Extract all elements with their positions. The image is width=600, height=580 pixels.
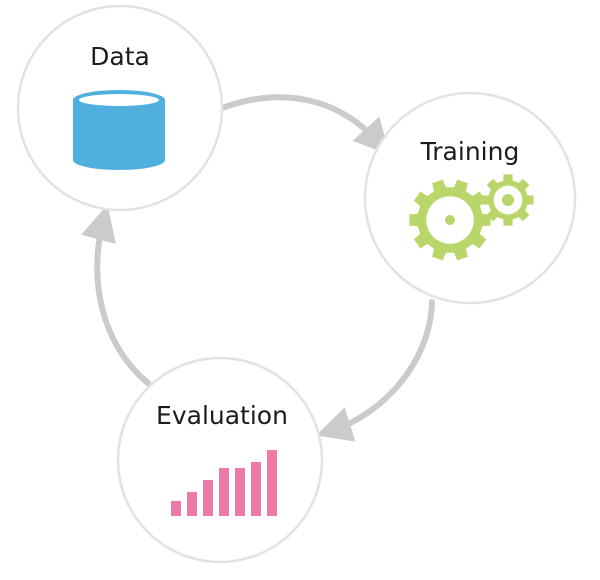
bar-chart-bar <box>219 468 229 516</box>
evaluation-node: Evaluation <box>116 356 324 564</box>
bar-chart-bar <box>187 492 197 516</box>
training-node-label: Training <box>420 137 520 166</box>
evaluation-node-circle <box>116 356 324 564</box>
arrow-data-to-training <box>219 94 391 156</box>
bar-chart-bar <box>235 468 245 516</box>
ml-cycle-diagram: Data Training Evaluation <box>16 4 577 564</box>
arrow-evaluation-to-data <box>81 204 151 386</box>
arrow-training-to-evaluation <box>315 299 435 442</box>
bar-chart-bar <box>203 480 213 516</box>
small-gear-icon <box>482 174 534 226</box>
database-icon <box>73 90 165 170</box>
bar-chart-bar <box>171 501 181 516</box>
data-node-label: Data <box>90 42 150 71</box>
bar-chart-bar <box>267 450 277 516</box>
evaluation-node-label: Evaluation <box>156 401 288 430</box>
bar-chart-bar <box>251 462 261 516</box>
training-node: Training <box>363 91 577 305</box>
data-node: Data <box>16 4 224 212</box>
